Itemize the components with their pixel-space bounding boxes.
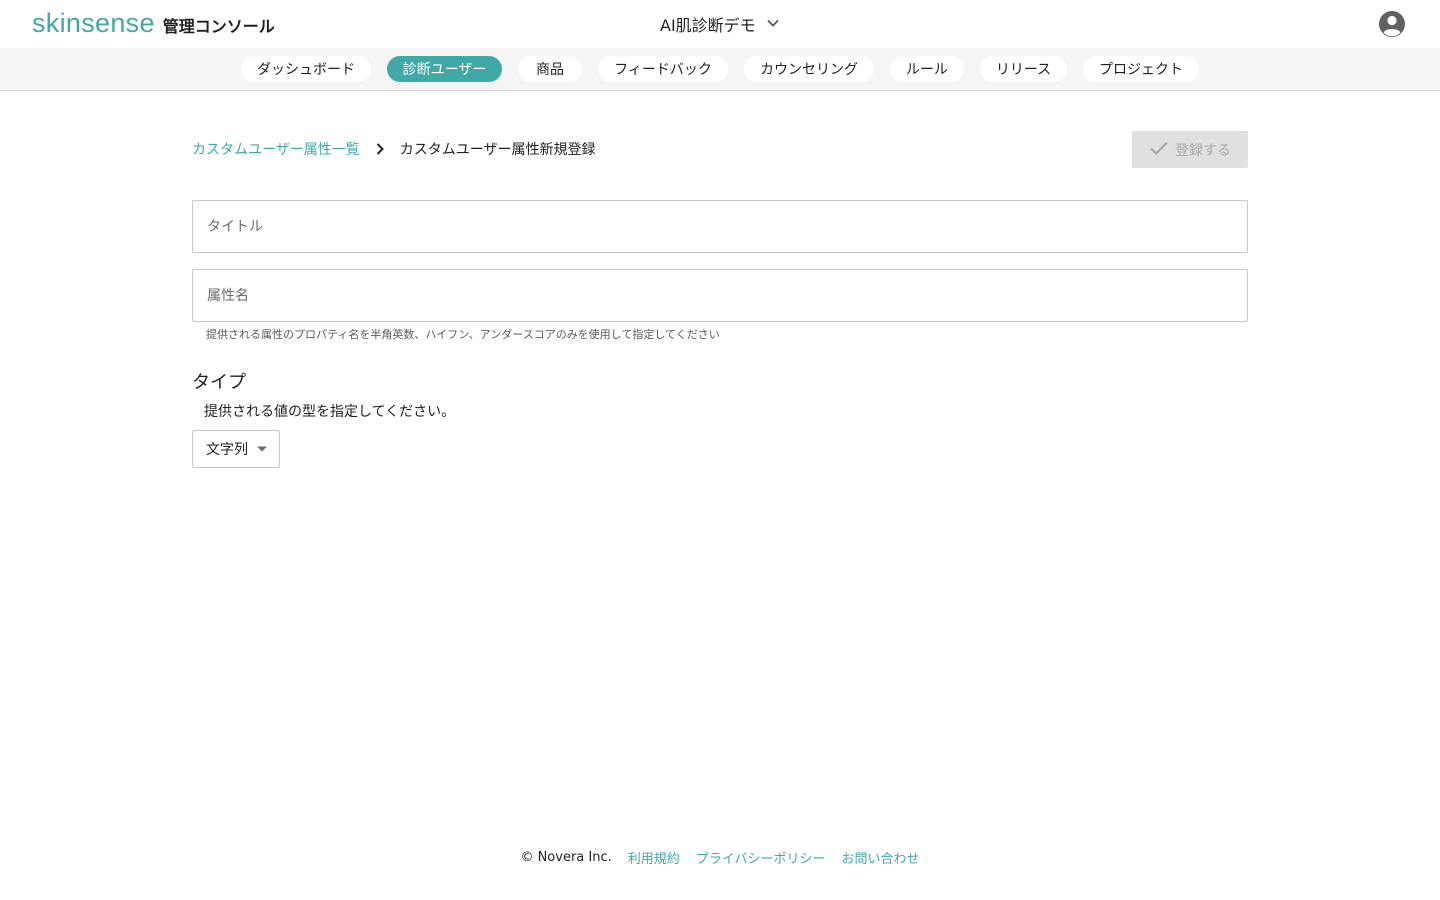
tab-counseling[interactable]: カウンセリング [744, 56, 874, 82]
tab-diagnosis-users[interactable]: 診断ユーザー [387, 56, 502, 82]
contact-link[interactable]: お問い合わせ [842, 848, 920, 867]
copyright: © Novera Inc. [520, 849, 612, 865]
type-select[interactable]: 文字列 [192, 430, 280, 468]
tab-dashboard[interactable]: ダッシュボード [241, 56, 371, 82]
arrow-drop-down-icon [256, 441, 268, 457]
breadcrumb: カスタムユーザー属性一覧 カスタムユーザー属性新規登録 [192, 138, 595, 160]
chevron-right-icon [360, 142, 400, 156]
register-button[interactable]: 登録する [1132, 131, 1248, 168]
footer: © Novera Inc. 利用規約 プライバシーポリシー お問い合わせ [0, 846, 1440, 868]
chevron-down-icon [766, 15, 780, 34]
top-app-bar: skinsense 管理コンソール AI肌診断デモ [0, 0, 1440, 48]
title-field [192, 200, 1248, 253]
type-section-title: タイプ [192, 372, 246, 393]
tab-products[interactable]: 商品 [518, 56, 582, 82]
main-nav: ダッシュボード 診断ユーザー 商品 フィードバック カウンセリング ルール リリ… [0, 48, 1440, 91]
tab-rules[interactable]: ルール [890, 56, 964, 82]
privacy-policy-link[interactable]: プライバシーポリシー [696, 848, 826, 867]
brand-logo[interactable]: skinsense [32, 8, 155, 39]
check-icon [1149, 140, 1169, 160]
tab-projects[interactable]: プロジェクト [1083, 56, 1199, 82]
terms-link[interactable]: 利用規約 [628, 848, 680, 867]
project-selector[interactable]: AI肌診断デモ [660, 12, 780, 36]
type-select-value: 文字列 [206, 442, 248, 458]
type-section-description: 提供される値の型を指定してください。 [204, 404, 456, 420]
account-circle-icon[interactable] [1378, 10, 1406, 38]
breadcrumb-parent-link[interactable]: カスタムユーザー属性一覧 [192, 139, 360, 159]
tab-feedback[interactable]: フィードバック [598, 56, 728, 82]
tab-releases[interactable]: リリース [980, 56, 1067, 82]
title-input[interactable] [193, 201, 1247, 252]
attribute-name-input[interactable] [193, 270, 1247, 321]
attribute-name-helper-text: 提供される属性のプロパティ名を半角英数、ハイフン、アンダースコアのみを使用して指… [206, 328, 720, 341]
attribute-name-field [192, 269, 1248, 322]
brand[interactable]: skinsense 管理コンソール [32, 8, 275, 40]
breadcrumb-current: カスタムユーザー属性新規登録 [399, 142, 596, 158]
console-title: 管理コンソール [162, 17, 275, 36]
register-button-label: 登録する [1175, 142, 1231, 159]
project-name: AI肌診断デモ [660, 16, 756, 35]
